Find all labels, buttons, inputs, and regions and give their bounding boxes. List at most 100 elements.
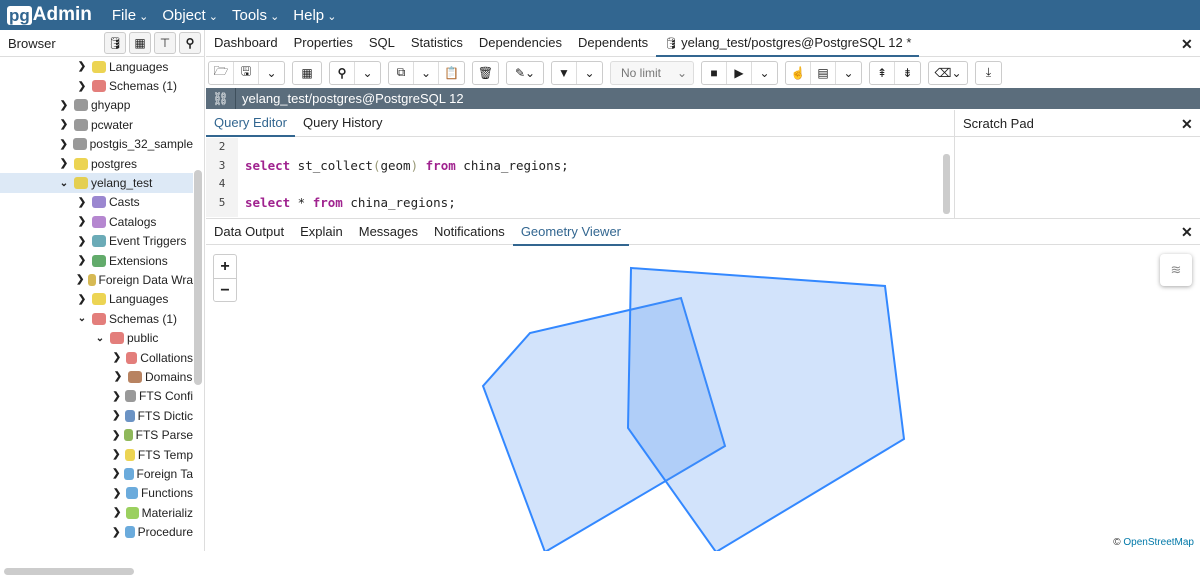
chevron-right-icon[interactable]: ❯ (76, 197, 88, 208)
commit-icon[interactable]: ⇞ (870, 61, 895, 84)
explain-analyze-icon[interactable]: ▤ (811, 61, 836, 84)
chevron-right-icon[interactable]: ❯ (76, 61, 88, 72)
chevron-down-icon[interactable]: ⌄ (259, 62, 284, 84)
tree-node[interactable]: ❯ Functions (0, 484, 193, 503)
tab-geometry-viewer[interactable]: Geometry Viewer (512, 219, 629, 246)
tree-node[interactable]: ❯ FTS Temp (0, 445, 193, 464)
search-icon[interactable]: ⚲ (179, 32, 201, 54)
geometry-polygon[interactable] (626, 266, 906, 551)
tree-node[interactable]: ⌄ Schemas (1) (0, 309, 193, 328)
tree-node[interactable]: ❯ Materializ (0, 503, 193, 522)
tree-node[interactable]: ❯ Extensions (0, 251, 193, 270)
tree-node[interactable]: ❯ FTS Dictic (0, 406, 193, 425)
rollback-icon[interactable]: ⇟ (895, 62, 920, 84)
tab-notifications[interactable]: Notifications (426, 219, 513, 246)
chevron-down-icon[interactable]: ⌄ (414, 61, 439, 84)
connection-status-icon[interactable]: ⛓ (206, 88, 236, 109)
tree-node[interactable]: ⌄ yelang_test (0, 173, 193, 193)
tree-node[interactable]: ❯ postgis_32_sample (0, 135, 193, 154)
chevron-right-icon[interactable]: ❯ (112, 391, 121, 402)
menu-tools[interactable]: Tools ⌄ (232, 7, 279, 24)
tree-node[interactable]: ❯ Event Triggers (0, 232, 193, 251)
geometry-viewer-map[interactable]: + − ≋ © OpenStreetMap (206, 246, 1200, 551)
clear-icon[interactable]: ⌫⌄ (929, 62, 967, 84)
tab-query-editor[interactable]: Query Editor (206, 110, 295, 137)
chevron-right-icon[interactable]: ❯ (76, 274, 84, 285)
tree-node[interactable]: ❯ Foreign Ta (0, 464, 193, 483)
stop-icon[interactable]: ■ (702, 61, 727, 84)
copy-icon[interactable]: ⧉ (389, 61, 414, 84)
save-icon[interactable]: 🖫 (234, 61, 259, 84)
edit-icon[interactable]: ✎⌄ (507, 62, 543, 84)
chevron-right-icon[interactable]: ❯ (112, 507, 122, 518)
menu-help[interactable]: Help ⌄ (293, 7, 336, 24)
download-icon[interactable]: ⤓ (976, 62, 1001, 84)
chevron-right-icon[interactable]: ❯ (112, 527, 121, 538)
chevron-down-icon[interactable]: ⌄ (76, 313, 88, 324)
tree-node[interactable]: ⌄ public (0, 328, 193, 347)
tab-sql[interactable]: SQL (361, 30, 403, 57)
tree-node[interactable]: ❯ Domains (0, 367, 193, 386)
tab-messages[interactable]: Messages (351, 219, 426, 246)
tab-explain[interactable]: Explain (292, 219, 351, 246)
tab-statistics[interactable]: Statistics (403, 30, 471, 57)
zoom-in-button[interactable]: + (214, 255, 236, 278)
tab-properties[interactable]: Properties (286, 30, 361, 57)
chevron-right-icon[interactable]: ❯ (112, 352, 122, 363)
chevron-down-icon[interactable]: ⌄ (836, 62, 861, 84)
chevron-right-icon[interactable]: ❯ (76, 216, 88, 227)
find-icon[interactable]: ⚲ (330, 61, 355, 84)
chevron-down-icon[interactable]: ⌄ (752, 62, 777, 84)
chevron-right-icon[interactable]: ❯ (76, 81, 88, 92)
tree-node[interactable]: ❯ Schemas (1) (0, 76, 193, 95)
chevron-right-icon[interactable]: ❯ (58, 119, 70, 130)
tree-node[interactable]: ❯ Casts (0, 193, 193, 212)
scratch-pad[interactable]: Scratch Pad (954, 110, 1200, 218)
chevron-down-icon[interactable]: ⌄ (94, 333, 106, 344)
openstreetmap-link[interactable]: OpenStreetMap (1123, 537, 1194, 548)
tab-yelang-test-postgres-postgresql-12-[interactable]: 🛢 yelang_test/postgres@PostgreSQL 12 * (656, 30, 920, 57)
tree-node[interactable]: ❯ FTS Confi (0, 387, 193, 406)
tree-node[interactable]: ❯ FTS Parse (0, 425, 193, 444)
chevron-down-icon[interactable]: ⌄ (58, 178, 70, 189)
menu-object[interactable]: Object ⌄ (162, 7, 218, 24)
explain-icon[interactable]: ☝ (786, 61, 811, 84)
tree-horizontal-scrollbar[interactable] (4, 568, 134, 575)
chevron-right-icon[interactable]: ❯ (58, 100, 70, 111)
delete-icon[interactable]: 🗑 (473, 62, 498, 84)
edit-data-icon[interactable]: ▦ (293, 62, 321, 84)
chevron-right-icon[interactable]: ❯ (76, 236, 88, 247)
tab-dependencies[interactable]: Dependencies (471, 30, 570, 57)
tab-data-output[interactable]: Data Output (206, 219, 292, 246)
tree-vertical-scrollbar[interactable] (194, 170, 202, 385)
tree-node[interactable]: ❯ Catalogs (0, 212, 193, 231)
tab-dashboard[interactable]: Dashboard (206, 30, 286, 57)
tree-node[interactable]: ❯ Languages (0, 290, 193, 309)
filtered-rows-icon[interactable]: ⊤ (154, 32, 176, 54)
tab-query-history[interactable]: Query History (295, 110, 390, 137)
object-explorer-icon[interactable]: 🛢 (104, 32, 126, 54)
sql-editor[interactable]: 2 3 select st_collect(geom) from china_reg… (206, 138, 954, 217)
editor-scrollbar[interactable] (943, 154, 950, 214)
tab-dependents[interactable]: Dependents (570, 30, 656, 57)
tree-node[interactable]: ❯ ghyapp (0, 96, 193, 115)
chevron-right-icon[interactable]: ❯ (112, 488, 122, 499)
chevron-right-icon[interactable]: ❯ (76, 255, 88, 266)
zoom-out-button[interactable]: − (214, 278, 236, 301)
tree-node[interactable]: ❯ Languages (0, 57, 193, 76)
chevron-right-icon[interactable]: ❯ (58, 139, 69, 150)
chevron-right-icon[interactable]: ❯ (76, 294, 88, 305)
tree-node[interactable]: ❯ Foreign Data Wra (0, 270, 193, 289)
open-file-icon[interactable]: 🗁 (209, 61, 234, 84)
paste-icon[interactable]: 📋 (439, 62, 464, 84)
row-limit-select[interactable]: No limit ⌄ (610, 60, 694, 85)
chevron-right-icon[interactable]: ❯ (112, 410, 121, 421)
layers-icon[interactable]: ≋ (1160, 254, 1192, 286)
execute-icon[interactable]: ▶ (727, 61, 752, 84)
tree-node[interactable]: ❯ postgres (0, 154, 193, 173)
chevron-down-icon[interactable]: ⌄ (577, 62, 602, 84)
chevron-right-icon[interactable]: ❯ (112, 430, 120, 441)
menu-file[interactable]: File ⌄ (112, 7, 148, 24)
chevron-right-icon[interactable]: ❯ (58, 158, 70, 169)
tree-node[interactable]: ❯ Procedure (0, 522, 193, 541)
